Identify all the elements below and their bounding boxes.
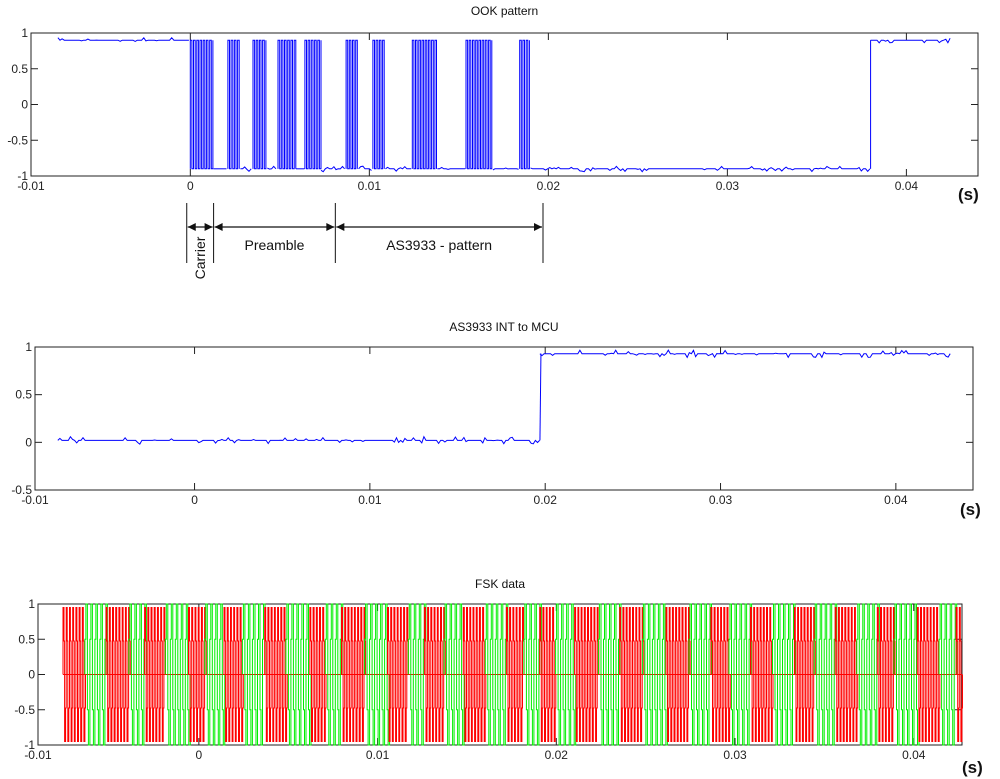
arrow-head-right bbox=[326, 223, 335, 231]
annotation-label: AS3933 - pattern bbox=[386, 237, 492, 253]
x-tick-label: 0.01 bbox=[366, 748, 390, 762]
y-tick-label: 1 bbox=[28, 597, 35, 611]
arrow-head-right bbox=[533, 223, 542, 231]
y-tick-label: 1 bbox=[21, 26, 28, 40]
arrow-head-left bbox=[187, 223, 196, 231]
chart-title: AS3933 INT to MCU bbox=[449, 320, 558, 334]
x-tick-label: 0.04 bbox=[902, 748, 926, 762]
x-tick-label: 0.03 bbox=[716, 179, 740, 193]
y-tick-label: 0.5 bbox=[15, 388, 32, 402]
x-tick-label: 0.02 bbox=[545, 748, 569, 762]
y-tick-label: -0.5 bbox=[14, 703, 35, 717]
y-tick-label: 0.5 bbox=[18, 632, 35, 646]
x-tick-label: 0.02 bbox=[534, 493, 558, 507]
x-tick-label: 0.04 bbox=[895, 179, 919, 193]
x-axis-label: (s) bbox=[962, 758, 983, 777]
arrow-head-left bbox=[336, 223, 345, 231]
arrow-head-left bbox=[214, 223, 223, 231]
x-axis-label: (s) bbox=[960, 500, 981, 519]
subplot-3: FSK data(s)-0.01 0 0.01 0.02 0.03 0.0410.50-0… bbox=[14, 577, 982, 777]
ook-carrier-burst bbox=[519, 39, 530, 170]
ook-carrier-burst bbox=[189, 39, 214, 170]
annotation-group: Carrier Preamble AS3933 - pattern bbox=[186, 203, 544, 279]
x-tick-label: 0 bbox=[196, 748, 203, 762]
x-tick-label: 0.03 bbox=[709, 493, 733, 507]
x-tick-label: 0.01 bbox=[358, 493, 382, 507]
y-tick-label: -1 bbox=[24, 738, 35, 752]
x-tick-label: 0.03 bbox=[723, 748, 747, 762]
figure: OOK pattern(s)-0.01 0 0.01 0.02 0.03 0.0410.5… bbox=[7, 4, 982, 777]
y-tick-label: -0.5 bbox=[7, 133, 28, 147]
y-tick-label: 1 bbox=[25, 340, 32, 354]
annotation-label-carrier: Carrier bbox=[192, 236, 208, 279]
chart-title: FSK data bbox=[475, 577, 525, 591]
y-tick-label: -0.5 bbox=[11, 483, 32, 497]
axes-box bbox=[34, 346, 974, 491]
annotation-label: Preamble bbox=[245, 237, 305, 253]
x-axis-label: (s) bbox=[958, 185, 979, 204]
x-tick-label: 0.01 bbox=[358, 179, 382, 193]
x-tick-label: 0 bbox=[191, 493, 198, 507]
y-tick-label: -1 bbox=[17, 169, 28, 183]
subplot-1: OOK pattern(s)-0.01 0 0.01 0.02 0.03 0.0410.5… bbox=[7, 4, 978, 204]
y-tick-label: 0 bbox=[28, 668, 35, 682]
subplot-2: AS3933 INT to MCU(s)-0.01 0 0.01 0.02 0.03 0.… bbox=[11, 320, 980, 519]
chart-title: OOK pattern bbox=[471, 4, 538, 18]
x-tick-label: 0.02 bbox=[537, 179, 561, 193]
x-tick-label: 0 bbox=[187, 179, 194, 193]
y-tick-label: 0 bbox=[25, 435, 32, 449]
y-tick-label: 0.5 bbox=[11, 62, 28, 76]
arrow-head-right bbox=[204, 223, 213, 231]
axes-box bbox=[30, 32, 979, 177]
x-tick-label: 0.04 bbox=[884, 493, 908, 507]
ook-carrier-burst bbox=[252, 39, 267, 170]
y-tick-label: 0 bbox=[21, 98, 28, 112]
